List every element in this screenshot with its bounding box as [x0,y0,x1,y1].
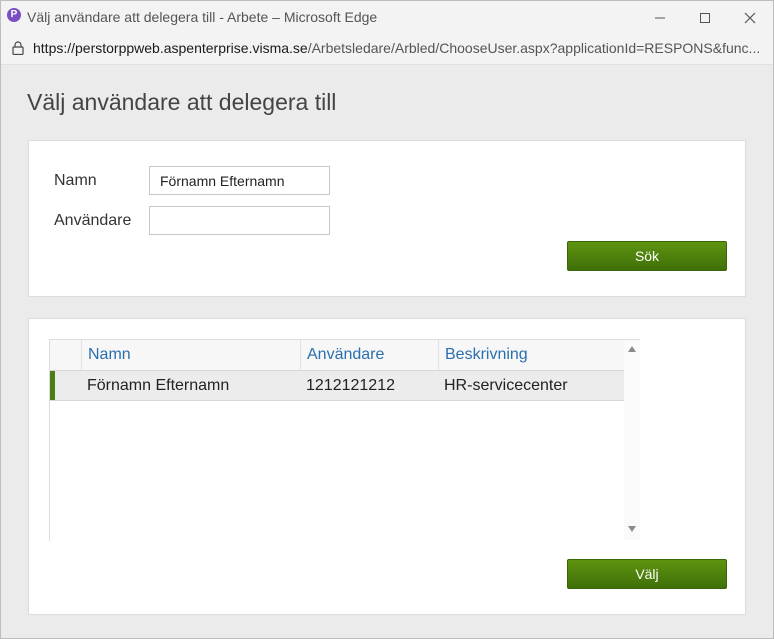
results-panel: Namn Användare Beskrivning Förnamn Efter… [28,318,746,615]
selected-row-marker [50,371,55,400]
table-row[interactable]: Förnamn Efternamn 1212121212 HR-servicec… [50,371,624,401]
row-name-cell: Förnamn Efternamn [87,377,230,394]
url-path: /Arbetsledare/Arbled/ChooseUser.aspx?app… [307,40,761,56]
maximize-icon [700,12,710,23]
page-title: Välj användare att delegera till [27,89,337,115]
user-input[interactable] [149,206,330,235]
results-grid: Namn Användare Beskrivning Förnamn Efter… [49,339,640,541]
window-title: Välj användare att delegera till - Arbet… [27,9,378,25]
search-button[interactable]: Sök [567,241,727,271]
scroll-down-arrow-icon[interactable] [628,526,636,532]
scroll-up-arrow-icon[interactable] [628,346,636,352]
column-header-name[interactable]: Namn [81,340,300,370]
url-host: https://perstorppweb.aspenterprise.visma… [33,40,308,56]
search-panel: Namn Användare Sök [28,140,746,297]
header-indicator-cell [50,340,81,370]
title-bar: P Välj användare att delegera till - Arb… [1,1,773,34]
minimize-icon [655,17,665,18]
lock-icon [12,41,24,55]
maximize-button[interactable] [682,1,728,34]
grid-header: Namn Användare Beskrivning [50,340,624,371]
vertical-scrollbar[interactable] [624,340,640,540]
url-text[interactable]: https://perstorppweb.aspenterprise.visma… [33,40,763,56]
minimize-button[interactable] [637,1,683,34]
column-header-user[interactable]: Användare [300,340,438,370]
column-header-description[interactable]: Beskrivning [438,340,624,370]
close-icon [744,12,756,23]
address-bar[interactable]: https://perstorppweb.aspenterprise.visma… [1,34,773,65]
select-button[interactable]: Välj [567,559,727,589]
name-label: Namn [54,172,97,189]
browser-window: P Välj användare att delegera till - Arb… [0,0,774,639]
row-description-cell: HR-servicecenter [444,377,568,394]
name-input[interactable] [149,166,330,195]
close-button[interactable] [727,1,773,34]
user-label: Användare [54,212,132,229]
app-logo-icon: P [7,8,21,22]
row-user-cell: 1212121212 [306,377,395,394]
